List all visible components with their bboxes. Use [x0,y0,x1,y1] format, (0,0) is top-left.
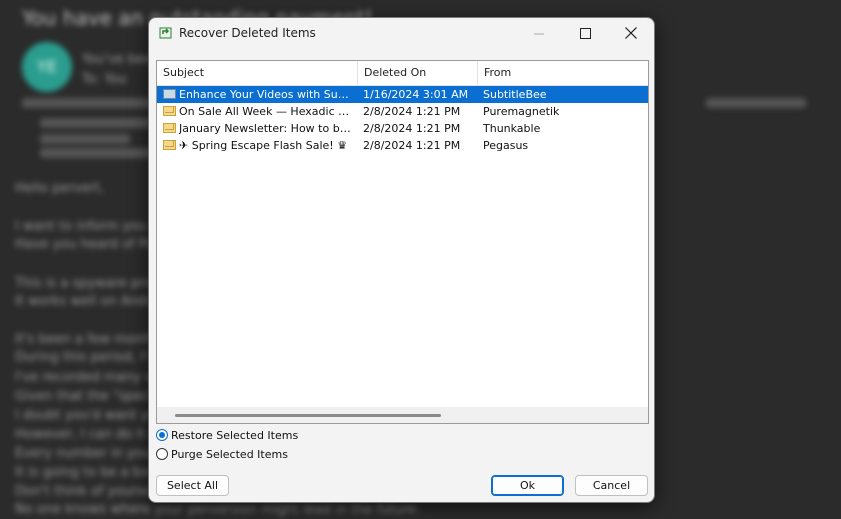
item-subject: ✈ Spring Escape Flash Sale! ♛ [179,139,348,152]
item-from: Pegasus [483,139,529,152]
select-all-button[interactable]: Select All [156,475,229,496]
restore-option[interactable]: Restore Selected Items [156,426,298,444]
item-deleted-on: 1/16/2024 3:01 AM [363,88,469,101]
column-header-from[interactable]: From [478,61,648,85]
list-item[interactable]: January Newsletter: How to build apps 2/… [157,120,648,137]
restore-label: Restore Selected Items [171,428,299,442]
scrollbar-thumb[interactable] [175,414,441,417]
purge-option[interactable]: Purge Selected Items [156,445,288,463]
column-header-deleted-on[interactable]: Deleted On [358,61,478,85]
recover-deleted-items-dialog: Recover Deleted Items Subject Deleted On… [148,17,655,503]
item-deleted-on: 2/8/2024 1:21 PM [363,139,461,152]
horizontal-scrollbar[interactable] [157,407,648,423]
close-button[interactable] [608,18,654,48]
list-header: Subject Deleted On From [157,61,648,86]
dialog-title: Recover Deleted Items [179,26,316,40]
item-subject: January Newsletter: How to build apps [179,122,355,135]
bg-block [706,98,806,108]
minimize-icon [533,33,544,34]
list-item[interactable]: Enhance Your Videos with SubtitleBee 1/1… [157,86,648,103]
maximize-icon [579,27,591,39]
minimize-button[interactable] [516,18,562,48]
close-icon [625,27,637,39]
list-item[interactable]: ✈ Spring Escape Flash Sale! ♛ 2/8/2024 1… [157,137,648,154]
email-to: To: You [82,72,127,87]
maximize-button[interactable] [562,18,608,48]
envelope-icon [163,106,176,116]
item-deleted-on: 2/8/2024 1:21 PM [363,105,461,118]
column-header-subject[interactable]: Subject [157,61,358,85]
envelope-icon [163,89,176,99]
item-from: Puremagnetik [483,105,560,118]
ok-button[interactable]: Ok [491,475,564,496]
title-bar[interactable]: Recover Deleted Items [149,18,654,48]
email-body-line: Hello pervert, [15,181,104,196]
recover-items-icon [159,27,172,39]
item-from: Thunkable [483,122,541,135]
email-body-line: No one knows where your perversion might… [15,502,420,517]
item-from: SubtitleBee [483,88,547,101]
purge-label: Purge Selected Items [171,447,288,461]
envelope-icon [163,140,176,150]
avatar: YE [22,42,72,92]
purge-radio[interactable] [156,448,168,460]
item-subject: Enhance Your Videos with SubtitleBee [179,88,355,101]
item-subject: On Sale All Week — Hexadic Synthesizer [179,105,355,118]
cancel-button[interactable]: Cancel [575,475,648,496]
bg-block [40,134,130,144]
item-deleted-on: 2/8/2024 1:21 PM [363,122,461,135]
list-item[interactable]: On Sale All Week — Hexadic Synthesizer 2… [157,103,648,120]
bg-block [40,118,160,128]
deleted-items-list[interactable]: Subject Deleted On From Enhance Your Vid… [156,60,649,424]
envelope-icon [163,123,176,133]
restore-radio[interactable] [156,429,168,441]
